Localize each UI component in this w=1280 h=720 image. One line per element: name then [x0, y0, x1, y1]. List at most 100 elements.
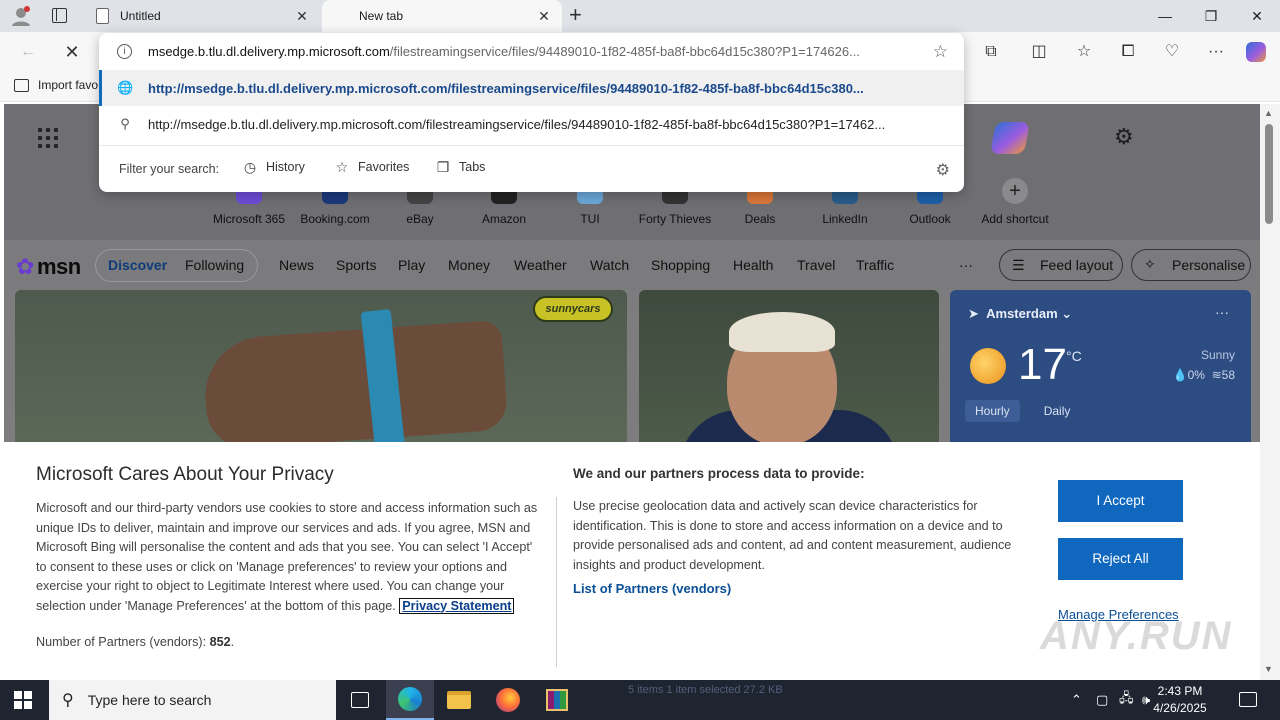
gear-icon[interactable]: ⚙ — [936, 160, 950, 180]
feed-layout-button[interactable]: ☰ Feed layout — [999, 249, 1123, 281]
privacy-body: Microsoft and our third-party vendors us… — [36, 499, 544, 616]
minimize-button[interactable]: — — [1142, 0, 1188, 32]
weather-unit[interactable]: °C — [1066, 348, 1082, 364]
taskbar-winrar[interactable] — [533, 680, 581, 720]
partners-number: 852 — [209, 635, 231, 649]
notification-icon[interactable] — [1239, 692, 1257, 707]
search-icon: ⚲ — [120, 116, 130, 131]
firefox-icon — [496, 688, 520, 712]
page-settings-gear-icon[interactable]: ⚙ — [1114, 124, 1134, 150]
nav-sports[interactable]: Sports — [336, 257, 376, 273]
clock-time: 2:43 PM — [1157, 684, 1203, 698]
filter-favorites[interactable]: ☆ Favorites — [334, 159, 410, 175]
nav-watch[interactable]: Watch — [590, 257, 629, 273]
sun-icon — [970, 348, 1006, 384]
nav-traffic[interactable]: Traffic — [856, 257, 894, 273]
weather-more-icon[interactable]: ··· — [1215, 304, 1229, 320]
suggestion-search[interactable]: ⚲ http://msedge.b.tlu.dl.delivery.mp.mic… — [99, 106, 964, 142]
tab-actions-icon[interactable] — [52, 8, 67, 23]
taskbar-search-placeholder: Type here to search — [87, 692, 212, 708]
tab-hourly[interactable]: Hourly — [965, 400, 1020, 422]
import-icon — [14, 78, 29, 92]
import-favorites-link[interactable]: Import favo — [14, 78, 98, 92]
restore-button[interactable]: ❐ — [1188, 0, 1234, 32]
add-favorite-star-icon[interactable]: ☆ — [933, 42, 948, 62]
extensions-icon[interactable]: ⧉ — [979, 40, 1003, 64]
reject-all-button[interactable]: Reject All — [1058, 538, 1183, 580]
filter-history[interactable]: ◷ History — [242, 159, 305, 175]
scroll-thumb[interactable] — [1265, 124, 1273, 224]
tab-new-tab[interactable]: New tab ✕ — [322, 0, 562, 32]
taskbar-firefox[interactable] — [484, 680, 532, 720]
privacy-statement-link[interactable]: Privacy Statement — [399, 597, 515, 614]
nav-travel[interactable]: Travel — [797, 257, 835, 273]
close-window-button[interactable]: ✕ — [1234, 0, 1280, 32]
page-scrollbar[interactable]: ▲ ▼ — [1260, 104, 1280, 680]
privacy-title: Microsoft Cares About Your Privacy — [36, 464, 334, 485]
weather-temperature: 17 — [1018, 340, 1067, 389]
taskbar-search-box[interactable]: ⚲ Type here to search — [49, 680, 336, 720]
favorites-icon[interactable]: ☆ — [1072, 40, 1096, 64]
filter-tabs[interactable]: ❐ Tabs — [435, 159, 486, 175]
scroll-up-icon[interactable]: ▲ — [1264, 108, 1273, 118]
shortcut-label: Deals — [744, 212, 776, 226]
shortcut-label: Booking.com — [300, 212, 370, 226]
address-text: msedge.b.tlu.dl.delivery.mp.microsoft.co… — [148, 44, 948, 59]
stop-loading-icon[interactable]: ✕ — [60, 40, 84, 64]
nav-money[interactable]: Money — [448, 257, 490, 273]
partners-label: Number of Partners (vendors): — [36, 635, 207, 649]
collections-icon[interactable]: ⧠ — [1116, 40, 1140, 64]
close-icon[interactable]: ✕ — [294, 8, 310, 24]
data-processing-body: Use precise geolocation data and activel… — [573, 499, 1012, 572]
tab-discover[interactable]: Discover — [108, 257, 167, 273]
split-screen-icon[interactable]: ◫ — [1027, 40, 1051, 64]
shortcut-label: Microsoft 365 — [212, 212, 286, 226]
folder-icon — [447, 691, 471, 709]
taskbar-file-explorer[interactable] — [435, 680, 483, 720]
url-domain: msedge.b.tlu.dl.delivery.mp.microsoft.co… — [148, 43, 390, 59]
star-icon: ☆ — [335, 159, 349, 175]
weather-location[interactable]: ➤ Amsterdam ⌄ — [968, 306, 1072, 322]
search-icon: ⚲ — [62, 692, 74, 709]
tray-chevron-icon[interactable]: ⌃ — [1071, 680, 1082, 720]
msn-logo[interactable]: ✿ msn — [16, 254, 81, 280]
divider — [556, 497, 557, 667]
nav-more-icon[interactable]: ··· — [959, 257, 973, 273]
info-icon[interactable]: i — [117, 43, 132, 59]
address-input[interactable]: i msedge.b.tlu.dl.delivery.mp.microsoft.… — [99, 33, 964, 69]
nav-news[interactable]: News — [279, 257, 314, 273]
nav-play[interactable]: Play — [398, 257, 425, 273]
task-view-button[interactable] — [336, 680, 384, 720]
browser-essentials-icon[interactable]: ♡ — [1160, 40, 1184, 64]
scroll-down-icon[interactable]: ▼ — [1264, 664, 1273, 674]
close-icon[interactable]: ✕ — [536, 8, 552, 24]
accept-button[interactable]: I Accept — [1058, 480, 1183, 522]
profile-icon[interactable] — [10, 5, 32, 27]
app-launcher-icon[interactable] — [38, 128, 58, 148]
butterfly-icon: ✿ — [16, 254, 34, 279]
tab-following[interactable]: Following — [185, 257, 244, 273]
shortcut-label: eBay — [406, 212, 434, 226]
new-tab-plus-icon[interactable]: + — [569, 4, 582, 26]
taskbar-clock[interactable]: 2:43 PM 4/26/2025 — [1140, 683, 1220, 717]
suggestion-url[interactable]: 🌐 http://msedge.b.tlu.dl.delivery.mp.mic… — [99, 70, 964, 106]
add-shortcut-button[interactable]: + Add shortcut — [970, 178, 1060, 226]
nav-health[interactable]: Health — [733, 257, 773, 273]
personalise-button[interactable]: ✧ Personalise — [1131, 249, 1251, 281]
more-options-icon[interactable]: ··· — [1204, 40, 1228, 64]
windows-start-icon[interactable] — [14, 691, 32, 709]
tab-untitled[interactable]: Untitled ✕ — [82, 0, 320, 32]
back-arrow-icon[interactable]: ← — [16, 40, 40, 64]
partners-count: Number of Partners (vendors): 852. — [36, 635, 235, 649]
network-icon[interactable]: 🖧 — [1119, 680, 1134, 720]
tray-device-icon[interactable]: ▢ — [1096, 680, 1108, 720]
nav-weather[interactable]: Weather — [514, 257, 567, 273]
tab-daily[interactable]: Daily — [1034, 400, 1081, 422]
copilot-logo-icon[interactable] — [990, 122, 1030, 154]
vendors-list-link[interactable]: List of Partners (vendors) — [573, 581, 731, 596]
copilot-icon[interactable] — [1244, 40, 1268, 64]
nav-shopping[interactable]: Shopping — [651, 257, 710, 273]
shortcut-label: Outlook — [909, 212, 951, 226]
background-window-status: 5 items 1 item selected 27.2 KB — [628, 684, 783, 696]
taskbar-edge[interactable] — [386, 680, 434, 720]
